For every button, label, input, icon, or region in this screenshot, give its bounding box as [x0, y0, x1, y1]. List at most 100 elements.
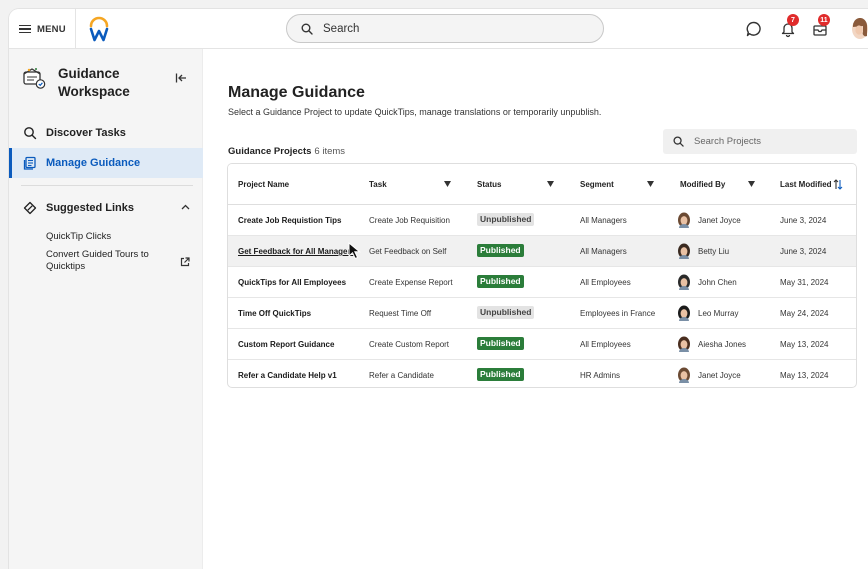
- cell-modified-by: Leo Murray: [698, 309, 739, 318]
- status-badge: Published: [477, 368, 524, 381]
- cell-last-modified: May 24, 2024: [780, 309, 829, 318]
- cell-task: Create Job Requisition: [369, 216, 450, 225]
- cell-modified-by: Betty Liu: [698, 247, 730, 256]
- filter-icon[interactable]: [547, 181, 554, 187]
- cell-project-name[interactable]: Create Job Requistion Tips: [238, 216, 341, 225]
- cell-last-modified: May 13, 2024: [780, 371, 829, 380]
- cell-last-modified: June 3, 2024: [780, 247, 827, 256]
- workday-logo-icon[interactable]: [89, 16, 109, 42]
- cell-project-name[interactable]: QuickTips for All Employees: [238, 278, 346, 287]
- suggested-links-label: Suggested Links: [46, 202, 135, 214]
- suggested-link-quicktip-clicks[interactable]: QuickTip Clicks: [46, 231, 111, 243]
- user-avatar: [678, 336, 690, 352]
- guidance-workspace-icon: [23, 68, 46, 89]
- cell-project-name[interactable]: Time Off QuickTips: [238, 309, 311, 318]
- top-bar: MENU 7: [9, 9, 868, 49]
- status-badge: Published: [477, 337, 524, 350]
- user-avatar: [678, 212, 690, 228]
- filter-icon[interactable]: [748, 181, 755, 187]
- project-search-input[interactable]: [694, 136, 844, 147]
- cell-project-name[interactable]: Get Feedback for All Managers: [238, 247, 355, 256]
- nav-label: Manage Guidance: [46, 157, 141, 169]
- cell-task: Get Feedback on Self: [369, 247, 447, 256]
- table-row[interactable]: Refer a Candidate Help v1 Refer a Candida…: [228, 360, 856, 387]
- column-header-project-name[interactable]: Project Name: [238, 180, 289, 189]
- search-input[interactable]: [323, 22, 583, 35]
- project-search[interactable]: [663, 129, 857, 154]
- status-badge: Unpublished: [477, 306, 535, 319]
- suggested-link-convert-guided-tours[interactable]: Convert Guided Tours to Quicktips: [46, 249, 166, 273]
- cell-modified-by: Aiesha Jones: [698, 340, 747, 349]
- table-row[interactable]: Time Off QuickTips Request Time Off Unpubl…: [228, 298, 856, 329]
- cell-task: Create Expense Report: [369, 278, 453, 287]
- notifications-button[interactable]: 7: [778, 14, 799, 39]
- column-header-task[interactable]: Task: [369, 180, 387, 189]
- link-icon: [23, 201, 37, 215]
- user-avatar: [678, 243, 690, 259]
- cell-project-name[interactable]: Custom Report Guidance: [238, 340, 334, 349]
- cell-task: Request Time Off: [369, 309, 432, 318]
- user-avatar[interactable]: [848, 18, 868, 40]
- nav-label: Discover Tasks: [46, 127, 126, 139]
- top-right-actions: 7 11: [738, 9, 868, 49]
- sort-icon[interactable]: [833, 179, 843, 190]
- page-subtitle: Select a Guidance Project to update Quic…: [228, 107, 602, 117]
- filter-icon[interactable]: [647, 181, 654, 187]
- user-avatar: [678, 274, 690, 290]
- chat-icon[interactable]: [744, 19, 764, 39]
- table-row[interactable]: QuickTips for All Employees Create Expens…: [228, 267, 856, 298]
- filter-icon[interactable]: [444, 181, 451, 187]
- cell-segment: All Managers: [580, 216, 627, 225]
- cell-modified-by: Janet Joyce: [698, 371, 741, 380]
- main-content: Manage Guidance Select a Guidance Projec…: [203, 49, 868, 569]
- search-icon: [673, 136, 684, 147]
- nav-manage-guidance[interactable]: Manage Guidance: [9, 148, 203, 178]
- chevron-up-icon: [181, 204, 190, 210]
- table-row[interactable]: Custom Report Guidance Create Custom Repo…: [228, 329, 856, 360]
- nav-discover-tasks[interactable]: Discover Tasks: [9, 118, 203, 148]
- projects-label: Guidance Projects: [228, 146, 312, 157]
- search-icon: [301, 23, 313, 35]
- inbox-badge: 11: [818, 14, 830, 26]
- cell-project-name[interactable]: Refer a Candidate Help v1: [238, 371, 337, 380]
- cell-segment: All Employees: [580, 278, 631, 287]
- page-title: Manage Guidance: [228, 84, 365, 101]
- divider: [75, 9, 76, 49]
- inbox-button[interactable]: 11: [810, 14, 830, 39]
- column-header-last-modified[interactable]: Last Modified: [780, 180, 832, 189]
- cell-segment: HR Admins: [580, 371, 621, 380]
- column-header-status[interactable]: Status: [477, 180, 501, 189]
- table-header: Project Name Task Status Segment Modifie…: [228, 164, 856, 205]
- projects-table: Project Name Task Status Segment Modifie…: [227, 163, 857, 388]
- app-window: MENU 7: [9, 9, 868, 569]
- divider: [21, 185, 193, 186]
- cell-last-modified: May 13, 2024: [780, 340, 829, 349]
- cell-modified-by: Janet Joyce: [698, 216, 741, 225]
- hamburger-icon: [19, 24, 31, 34]
- table-row[interactable]: Create Job Requistion Tips Create Job Req…: [228, 205, 856, 236]
- cell-last-modified: June 3, 2024: [780, 216, 827, 225]
- cell-segment: All Managers: [580, 247, 627, 256]
- workspace-title: Guidance Workspace: [58, 66, 130, 99]
- suggested-links-toggle[interactable]: Suggested Links: [9, 196, 203, 220]
- projects-heading: Guidance Projects 6 items: [228, 146, 345, 157]
- menu-button[interactable]: MENU: [19, 17, 66, 41]
- global-search[interactable]: [286, 14, 604, 43]
- projects-count: 6 items: [314, 146, 346, 157]
- column-header-segment[interactable]: Segment: [580, 180, 614, 189]
- cell-segment: Employees in France: [580, 309, 656, 318]
- search-icon: [24, 127, 37, 140]
- user-avatar: [678, 367, 690, 383]
- table-row[interactable]: Get Feedback for All Managers Get Feedbac…: [228, 236, 856, 267]
- status-badge: Unpublished: [477, 213, 535, 226]
- cell-task: Create Custom Report: [369, 340, 450, 349]
- column-header-modified-by[interactable]: Modified By: [680, 180, 725, 189]
- cell-last-modified: May 31, 2024: [780, 278, 829, 287]
- cell-task: Refer a Candidate: [369, 371, 434, 380]
- cell-segment: All Employees: [580, 340, 631, 349]
- collapse-sidebar-icon[interactable]: [175, 72, 187, 84]
- cell-modified-by: John Chen: [698, 278, 737, 287]
- sidebar: Guidance Workspace Discover Tasks Manage…: [9, 49, 203, 569]
- status-badge: Published: [477, 244, 524, 257]
- external-link-icon[interactable]: [180, 257, 190, 267]
